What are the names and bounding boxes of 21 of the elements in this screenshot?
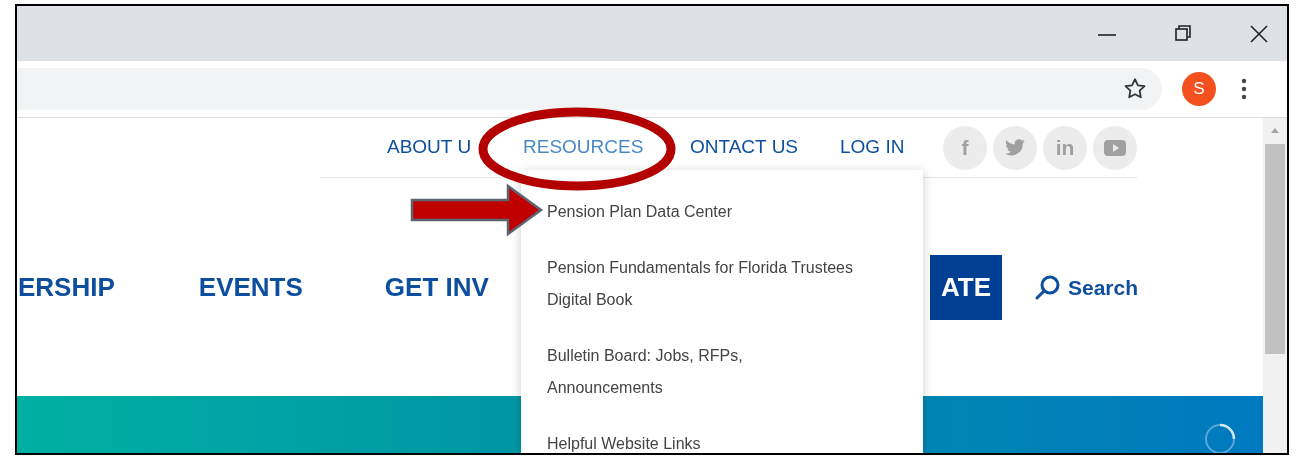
menu-item[interactable]: Pension Fundamentals for Florida Trustees Digital Book bbox=[547, 252, 923, 316]
menu-icon[interactable] bbox=[1240, 77, 1248, 101]
donate-button[interactable]: ATE bbox=[929, 255, 1002, 320]
menu-item[interactable]: Pension Plan Data Center bbox=[547, 196, 923, 228]
menu-item[interactable]: Helpful Website Links bbox=[547, 428, 923, 453]
scrollbar-thumb[interactable] bbox=[1265, 144, 1285, 354]
nav-link[interactable]: GET INV bbox=[384, 268, 489, 307]
nav-link[interactable]: EVENTS bbox=[198, 268, 303, 307]
nav-link[interactable]: RESOURCES bbox=[523, 133, 690, 162]
nav-link[interactable]: ABOUT U bbox=[387, 133, 523, 162]
scrollbar[interactable] bbox=[1263, 118, 1287, 453]
search-icon bbox=[1033, 273, 1062, 302]
nav-link[interactable]: ERSHIP bbox=[18, 268, 115, 307]
nav-link[interactable]: LOG IN bbox=[840, 133, 940, 162]
bird-icon[interactable] bbox=[993, 125, 1037, 170]
play-icon[interactable] bbox=[1093, 125, 1137, 170]
nav-link[interactable]: ONTACT US bbox=[690, 133, 840, 162]
search-link[interactable]: Search bbox=[1033, 271, 1138, 304]
scroll-up-icon[interactable] bbox=[1269, 126, 1281, 134]
menu-item[interactable]: Bulletin Board: Jobs, RFPs, Announcements bbox=[547, 340, 923, 404]
loading-spinner-icon bbox=[1203, 422, 1237, 453]
